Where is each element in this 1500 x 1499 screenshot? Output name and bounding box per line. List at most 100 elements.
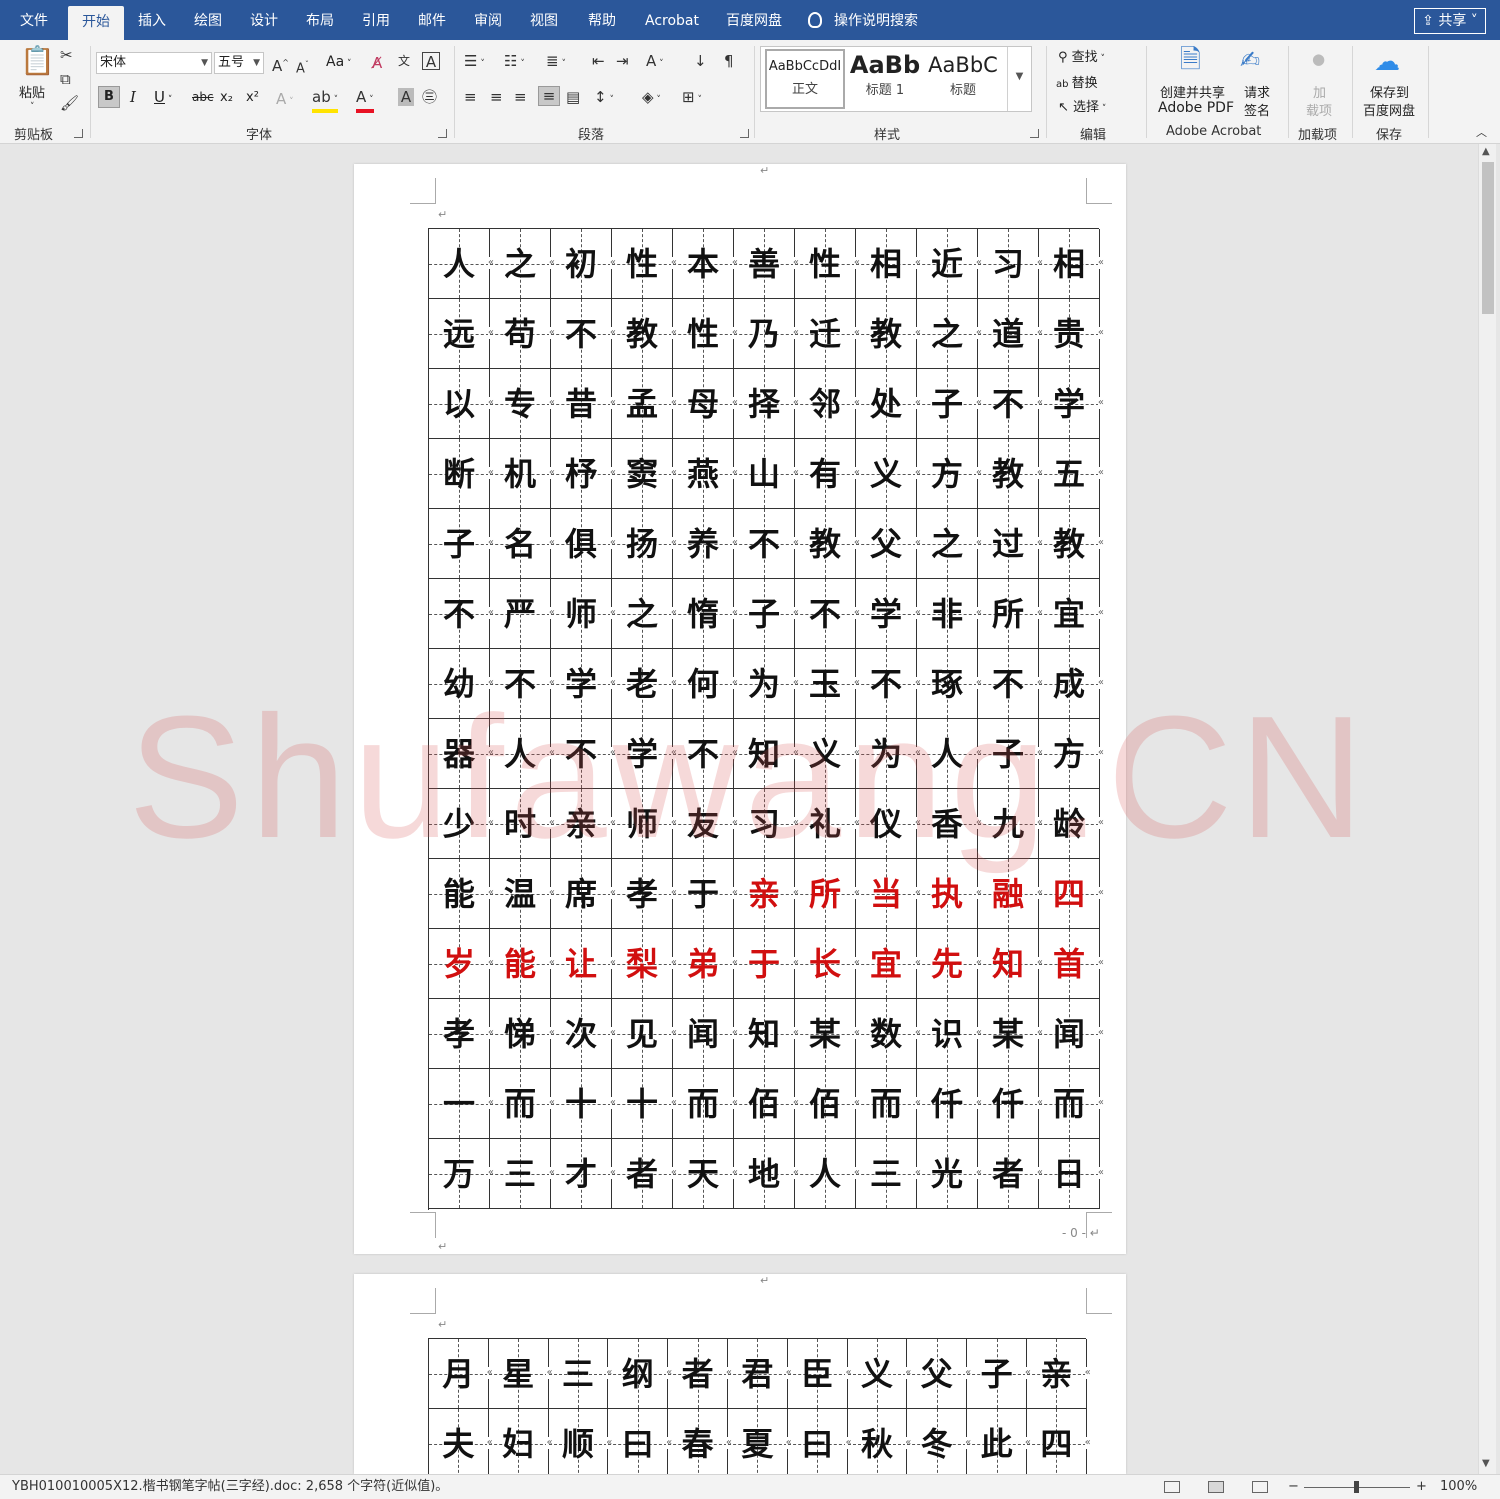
subscript-button[interactable]: x₂ — [220, 90, 233, 105]
vertical-scrollbar[interactable]: ▲ ▼ — [1478, 144, 1496, 1474]
tab-layout[interactable]: 布局 — [294, 0, 346, 40]
shrink-font-icon[interactable]: Aˇ — [296, 56, 309, 78]
clipboard-launcher-icon[interactable] — [74, 129, 83, 138]
style-title[interactable]: AaBbC 标题 — [925, 49, 1001, 109]
copybook-character: 性 — [625, 245, 658, 283]
copy-icon[interactable]: ⧉ — [60, 70, 71, 88]
scroll-thumb[interactable] — [1482, 162, 1494, 314]
styles-more-button[interactable]: ▼ — [1007, 47, 1031, 111]
read-mode-icon[interactable] — [1164, 1481, 1180, 1493]
share-button[interactable]: ⇪ 共享 ˅ — [1414, 8, 1486, 34]
character-shading-icon[interactable]: A — [398, 88, 414, 106]
text-effects-icon[interactable]: A ˅ — [276, 90, 294, 111]
tab-help[interactable]: 帮助 — [576, 0, 628, 40]
collapse-ribbon-icon[interactable]: ︿ — [1476, 124, 1487, 142]
paragraph-launcher-icon[interactable] — [740, 129, 749, 138]
request-signature-label-1[interactable]: 请求 — [1244, 82, 1270, 101]
save-to-baidu-label-2[interactable]: 百度网盘 — [1363, 100, 1415, 119]
chinese-layout-icon[interactable]: A ˅ — [646, 52, 664, 73]
tab-baidu-netdisk[interactable]: 百度网盘 — [718, 0, 790, 40]
zoom-in-icon[interactable]: + — [1416, 1475, 1427, 1499]
font-size-combo[interactable]: 五号 ▼ — [214, 52, 264, 74]
phonetic-guide-icon[interactable]: 文 — [398, 52, 410, 70]
tab-design[interactable]: 设计 — [238, 0, 290, 40]
decrease-indent-icon[interactable]: ⇤ — [592, 52, 605, 70]
request-signature-label-2[interactable]: 签名 — [1244, 100, 1270, 119]
numbering-icon[interactable]: ☷ ˅ — [504, 52, 525, 73]
styles-launcher-icon[interactable] — [1030, 129, 1039, 138]
baidu-netdisk-icon[interactable]: ☁ — [1374, 48, 1400, 76]
grid-cell: 幼 « — [429, 649, 494, 719]
grid-cell: 过 « — [978, 509, 1043, 579]
style-preview: AaBb — [849, 51, 921, 79]
increase-indent-icon[interactable]: ⇥ — [616, 52, 629, 70]
grid-cell: 所 « — [978, 579, 1043, 649]
tab-view[interactable]: 视图 — [518, 0, 570, 40]
zoom-slider-knob[interactable] — [1354, 1481, 1359, 1493]
tab-home[interactable]: 开始 — [68, 6, 124, 40]
tab-references[interactable]: 引用 — [350, 0, 402, 40]
paste-icon[interactable]: 📋 — [20, 46, 55, 76]
zoom-out-icon[interactable]: − — [1288, 1475, 1299, 1499]
align-center-icon[interactable]: ≡ — [490, 88, 503, 106]
style-normal[interactable]: AaBbCcDdI 正文 — [765, 49, 845, 109]
shading-icon[interactable]: ◈ ˅ — [642, 88, 661, 109]
justify-icon[interactable]: ≡ — [538, 86, 560, 106]
replace-button[interactable]: ab 替换 — [1056, 72, 1098, 91]
document-page-2[interactable]: ↵ ↵ 月 «星 «三 «纲 «者 «君 «臣 «义 «父 «子 «亲 «夫 «妇 «顺 «曰 «春 «夏 «曰 «… — [354, 1274, 1126, 1474]
multilevel-list-icon[interactable]: ≣ ˅ — [546, 52, 566, 73]
create-share-pdf-label-2[interactable]: Adobe PDF — [1158, 100, 1234, 116]
font-name-combo[interactable]: 宋体 ▼ — [96, 52, 212, 74]
grid-cell: 岁 « — [429, 929, 494, 999]
web-layout-icon[interactable] — [1252, 1481, 1268, 1493]
italic-button[interactable]: I — [130, 88, 136, 106]
clear-formatting-icon[interactable]: A̸ — [372, 54, 382, 72]
print-layout-icon[interactable] — [1208, 1481, 1224, 1493]
align-right-icon[interactable]: ≡ — [514, 88, 527, 106]
style-heading-1[interactable]: AaBb 标题 1 — [849, 49, 921, 109]
enclose-characters-icon[interactable]: ㊂ — [422, 88, 437, 106]
underline-button[interactable]: U ˅ — [154, 88, 172, 106]
create-share-pdf-label-1[interactable]: 创建并共享 — [1160, 82, 1225, 101]
line-spacing-icon[interactable]: ↕ ˅ — [594, 88, 614, 109]
bullets-icon[interactable]: ☰ ˅ — [464, 52, 485, 73]
tab-mailings[interactable]: 邮件 — [406, 0, 458, 40]
create-pdf-icon[interactable]: 🗎 — [1180, 46, 1201, 74]
distributed-icon[interactable]: ▤ — [566, 88, 580, 106]
copybook-character: 学 — [564, 665, 597, 703]
superscript-button[interactable]: x² — [246, 90, 259, 105]
tab-draw[interactable]: 绘图 — [182, 0, 234, 40]
sort-icon[interactable]: ↓ — [694, 52, 707, 70]
find-button[interactable]: ⚲ 查找 ˅ — [1058, 46, 1105, 65]
select-button[interactable]: ↖ 选择 ˅ — [1058, 96, 1106, 115]
chevron-down-icon[interactable]: ˅ — [30, 98, 35, 116]
scroll-up-icon[interactable]: ▲ — [1482, 146, 1490, 157]
borders-icon[interactable]: ⊞ ˅ — [682, 88, 702, 109]
highlight-color-icon[interactable]: ab ˅ — [312, 88, 339, 113]
tell-me-search[interactable]: 操作说明搜索 — [808, 0, 918, 40]
tab-file[interactable]: 文件 — [8, 0, 60, 40]
font-color-icon[interactable]: A ˅ — [356, 88, 374, 113]
strikethrough-button[interactable]: abc — [192, 90, 214, 104]
grid-cell: 一 « — [429, 1069, 494, 1139]
copybook-character: 者 — [681, 1355, 714, 1393]
request-signature-icon[interactable]: ✍ — [1240, 46, 1260, 74]
show-marks-icon[interactable]: ¶ — [724, 52, 734, 70]
tab-review[interactable]: 审阅 — [462, 0, 514, 40]
scroll-down-icon[interactable]: ▼ — [1482, 1458, 1490, 1469]
zoom-level[interactable]: 100% — [1440, 1475, 1477, 1499]
align-left-icon[interactable]: ≡ — [464, 88, 477, 106]
change-case-button[interactable]: Aa ˅ — [326, 54, 352, 70]
copybook-character: 佰 — [808, 1085, 841, 1123]
document-page-1[interactable]: ↵ ↵ ↵ 人 «之 «初 «性 «本 «善 «性 «相 «近 «习 «相 «远 «苟 «不 «教 «性 «乃 «… — [354, 164, 1126, 1254]
font-launcher-icon[interactable] — [438, 129, 447, 138]
save-to-baidu-label-1[interactable]: 保存到 — [1370, 82, 1409, 101]
tab-insert[interactable]: 插入 — [126, 0, 178, 40]
tab-acrobat[interactable]: Acrobat — [636, 0, 708, 40]
grow-font-icon[interactable]: A^ — [272, 54, 289, 75]
cut-icon[interactable]: ✂ — [60, 46, 73, 64]
copybook-character: 少 — [442, 805, 475, 843]
format-painter-icon[interactable]: 🖌 — [60, 94, 79, 112]
bold-button[interactable]: B — [98, 86, 120, 108]
character-border-icon[interactable]: A — [422, 52, 440, 71]
